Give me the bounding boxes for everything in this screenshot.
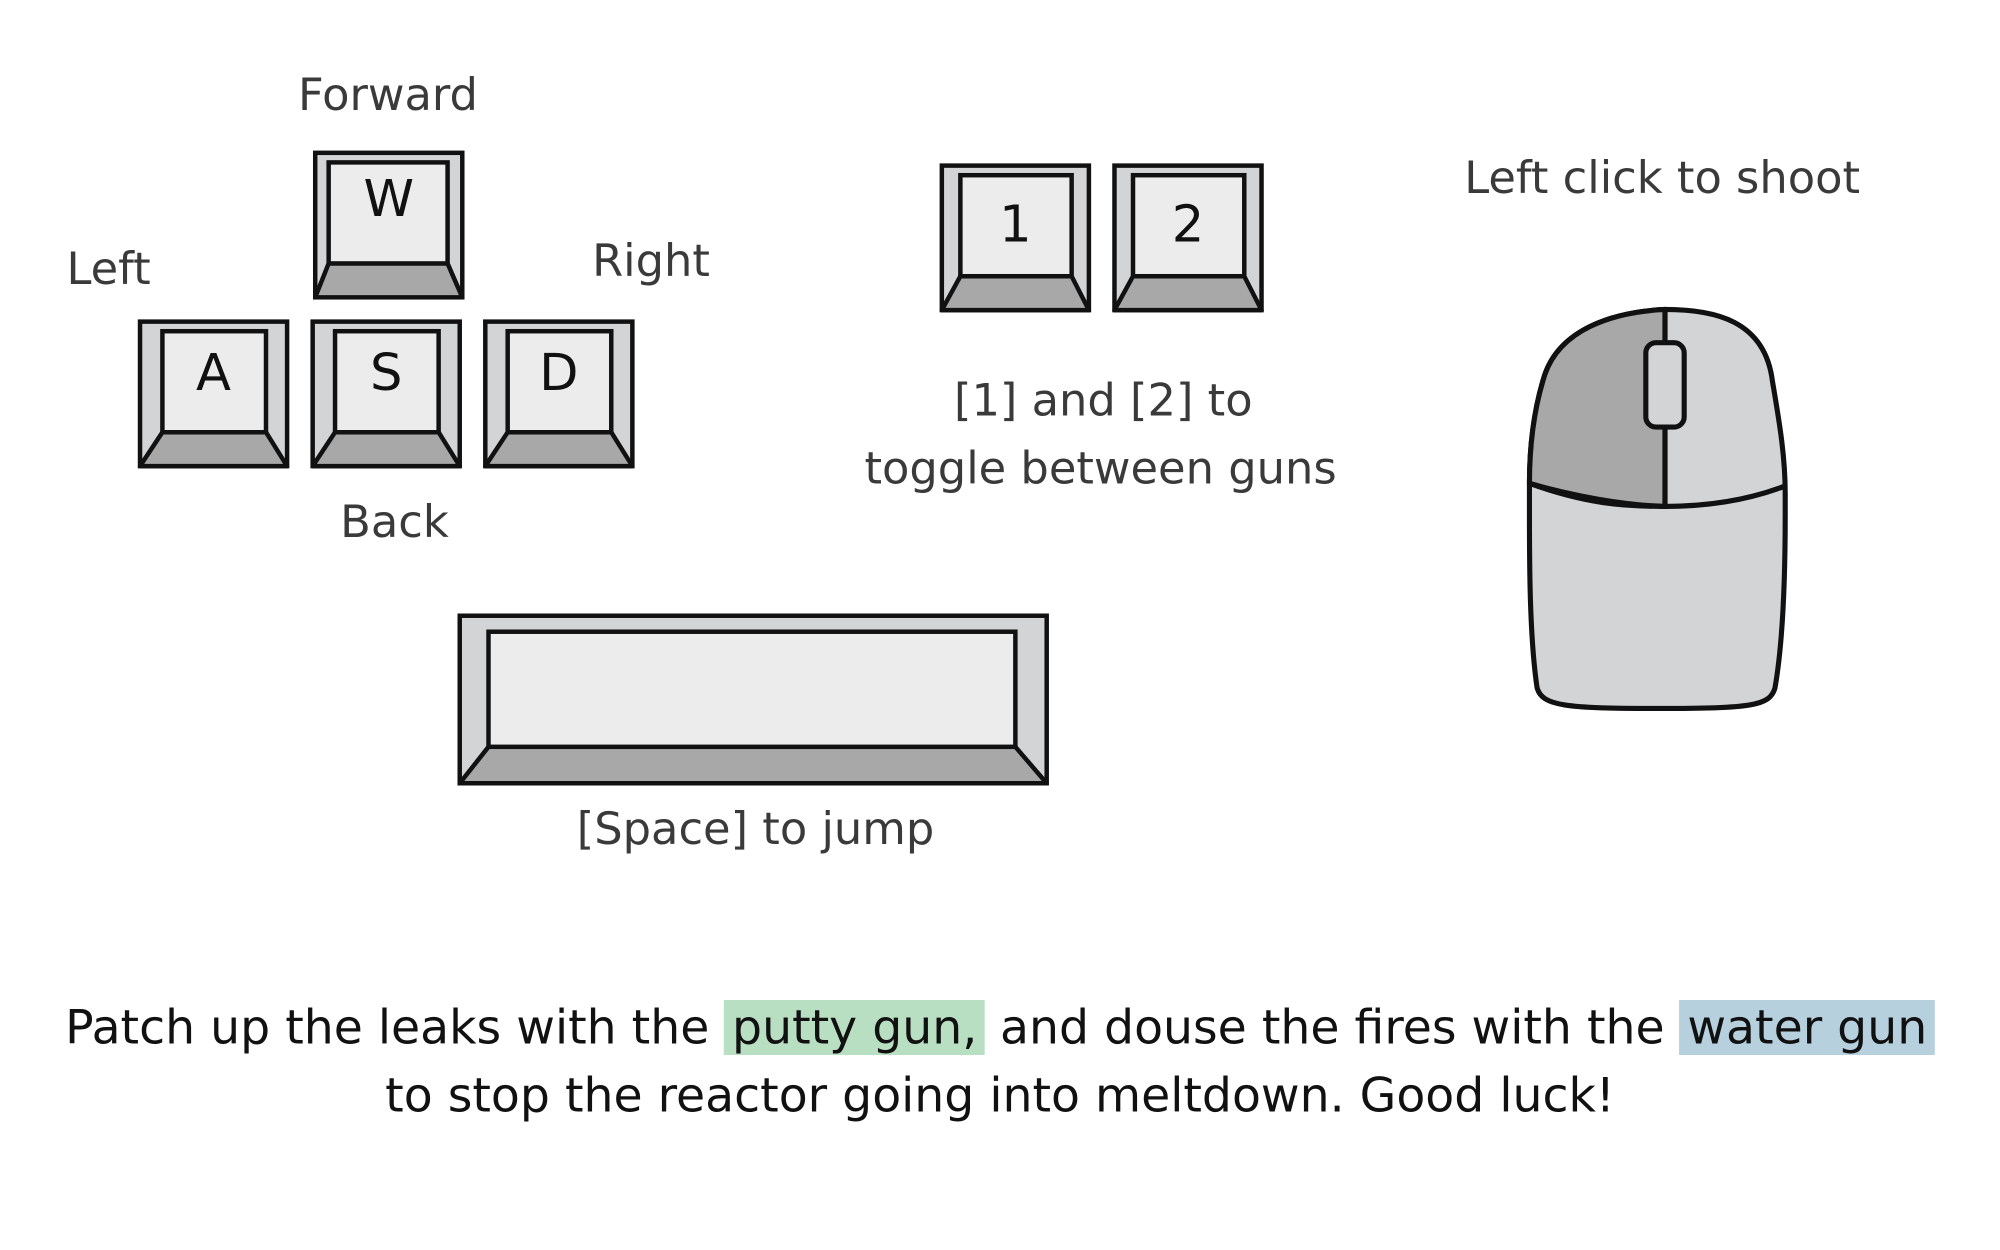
w-key-letter: W bbox=[363, 170, 415, 229]
gun-2-key-label: 2 bbox=[1171, 195, 1205, 255]
left-label: Left bbox=[66, 244, 151, 296]
gun-toggle-caption-line2: toggle between guns bbox=[864, 443, 1337, 495]
right-label: Right bbox=[592, 236, 710, 288]
water-gun-highlight: water gun bbox=[1679, 1000, 1935, 1056]
instructions-line-1: Patch up the leaks with the putty gun, a… bbox=[0, 994, 2000, 1062]
w-key: W bbox=[312, 150, 465, 300]
d-key: D bbox=[483, 319, 635, 469]
jump-caption: [Space] to jump bbox=[576, 804, 935, 856]
s-key-letter: S bbox=[369, 343, 403, 403]
shoot-caption: Left click to shoot bbox=[1464, 153, 1861, 205]
instructions-part-2: and douse the fires with the bbox=[1000, 1000, 1665, 1056]
instructions-line-2: to stop the reactor going into meltdown.… bbox=[385, 1067, 1615, 1123]
a-key: A bbox=[137, 319, 290, 469]
s-key: S bbox=[310, 319, 462, 469]
gun-toggle-caption-line1: [1] and [2] to bbox=[953, 375, 1253, 428]
d-key-letter: D bbox=[539, 343, 579, 403]
putty-gun-highlight: putty gun, bbox=[724, 1000, 985, 1056]
forward-label: Forward bbox=[297, 70, 478, 122]
instructions-part-1: Patch up the leaks with the bbox=[65, 1000, 710, 1056]
mission-instructions: Patch up the leaks with the putty gun, a… bbox=[0, 994, 2000, 1130]
mouse-icon bbox=[1522, 304, 1796, 713]
gun-1-key: 1 bbox=[939, 163, 1092, 313]
a-key-letter: A bbox=[196, 343, 232, 403]
gun-1-key-label: 1 bbox=[999, 195, 1032, 255]
back-label: Back bbox=[340, 497, 449, 549]
space-key bbox=[457, 613, 1049, 786]
gun-2-key: 2 bbox=[1112, 163, 1264, 313]
controls-screen: Forward Left Right Back W A S D 1 2 [1] … bbox=[0, 0, 2000, 1249]
